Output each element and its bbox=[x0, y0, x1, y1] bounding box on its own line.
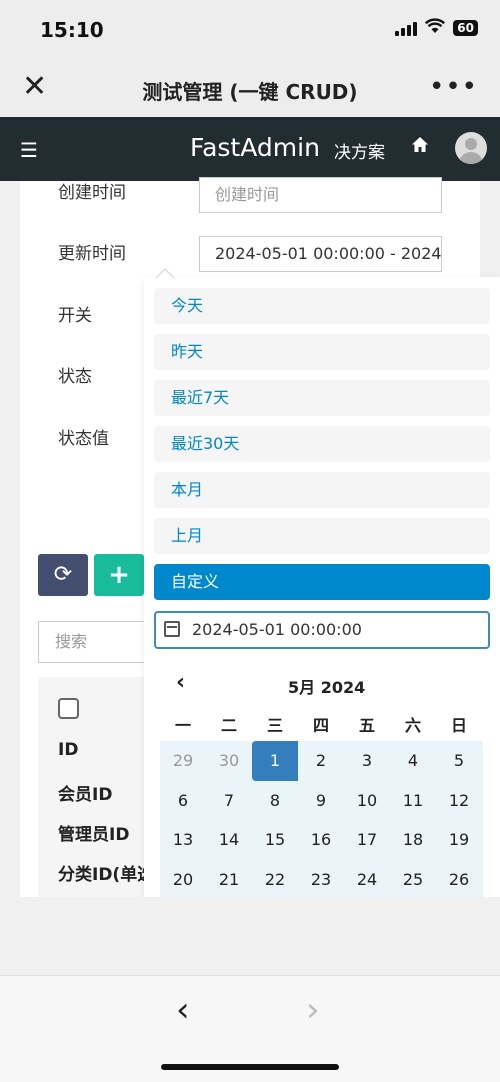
calendar-day[interactable]: 16 bbox=[298, 820, 344, 860]
calendar-day[interactable]: 18 bbox=[390, 820, 436, 860]
home-icon[interactable] bbox=[411, 136, 429, 158]
label-update-time: 更新时间 bbox=[58, 244, 126, 264]
calendar-day[interactable]: 3 bbox=[344, 741, 390, 781]
label-switch: 开关 bbox=[58, 306, 92, 326]
calendar-day[interactable]: 17 bbox=[344, 820, 390, 860]
range-yesterday[interactable]: 昨天 bbox=[154, 334, 490, 370]
page-bottom-gap bbox=[0, 897, 500, 975]
calendar-day[interactable]: 21 bbox=[206, 860, 252, 900]
calendar-day[interactable]: 2 bbox=[298, 741, 344, 781]
battery-icon: 60 bbox=[453, 20, 478, 36]
hamburger-icon[interactable]: ☰ bbox=[20, 138, 38, 162]
calendar-day[interactable]: 14 bbox=[206, 820, 252, 860]
avatar[interactable] bbox=[455, 132, 487, 164]
signal-icon bbox=[395, 20, 418, 36]
calendar-day[interactable]: 5 bbox=[436, 741, 482, 781]
brand-logo[interactable]: FastAdmin bbox=[190, 133, 320, 162]
column-user-id[interactable]: 会员ID bbox=[58, 780, 112, 805]
range-last-30-days[interactable]: 最近30天 bbox=[154, 426, 490, 462]
calendar-day[interactable]: 12 bbox=[436, 781, 482, 821]
calendar-day[interactable]: 22 bbox=[252, 860, 298, 900]
calendar-day[interactable]: 29 bbox=[160, 741, 206, 781]
calendar-day[interactable]: 7 bbox=[206, 781, 252, 821]
select-all-checkbox[interactable] bbox=[58, 698, 79, 719]
weekday-mon: 一 bbox=[174, 716, 191, 735]
calendar-day[interactable]: 4 bbox=[390, 741, 436, 781]
calendar-day[interactable]: 20 bbox=[160, 860, 206, 900]
wifi-icon bbox=[425, 18, 446, 38]
label-state: 状态 bbox=[58, 367, 92, 387]
calendar-day[interactable]: 25 bbox=[390, 860, 436, 900]
calendar-day[interactable]: 10 bbox=[344, 781, 390, 821]
label-state-value: 状态值 bbox=[58, 429, 109, 449]
column-id[interactable]: ID bbox=[58, 740, 78, 760]
status-time: 15:10 bbox=[40, 18, 104, 42]
weekday-tue: 二 bbox=[220, 716, 237, 735]
range-this-month[interactable]: 本月 bbox=[154, 472, 490, 508]
forward-icon[interactable]: › bbox=[306, 990, 320, 1030]
column-category-id[interactable]: 分类ID(单选 bbox=[58, 860, 154, 885]
home-indicator bbox=[161, 1064, 339, 1070]
prev-month-icon[interactable]: ‹ bbox=[176, 670, 185, 695]
calendar-day[interactable]: 8 bbox=[252, 781, 298, 821]
status-icons: 60 bbox=[395, 18, 478, 38]
calendar-day[interactable]: 19 bbox=[436, 820, 482, 860]
dropdown-arrow-inner bbox=[156, 270, 174, 279]
weekday-thu: 四 bbox=[312, 716, 329, 735]
create-time-input[interactable]: 创建时间 bbox=[199, 177, 442, 213]
calendar-day[interactable]: 9 bbox=[298, 781, 344, 821]
calendar-day-selected[interactable]: 1 bbox=[252, 741, 298, 781]
calendar-day[interactable]: 11 bbox=[390, 781, 436, 821]
back-icon[interactable]: ‹ bbox=[176, 990, 190, 1030]
calendar-day[interactable]: 23 bbox=[298, 860, 344, 900]
search-input[interactable]: 搜索 bbox=[38, 621, 158, 663]
calendar-day[interactable]: 26 bbox=[436, 860, 482, 900]
label-create-time: 创建时间 bbox=[58, 183, 126, 203]
calendar-day[interactable]: 15 bbox=[252, 820, 298, 860]
weekday-wed: 三 bbox=[266, 716, 283, 735]
range-today[interactable]: 今天 bbox=[154, 288, 490, 324]
refresh-button[interactable]: ⟳ bbox=[38, 554, 88, 596]
calendar-day[interactable]: 24 bbox=[344, 860, 390, 900]
calendar-icon bbox=[164, 621, 180, 637]
calendar-day[interactable]: 6 bbox=[160, 781, 206, 821]
page-title: 测试管理 (一键 CRUD) bbox=[142, 80, 358, 104]
start-date-input[interactable]: 2024-05-01 00:00:00 bbox=[154, 611, 490, 649]
range-last-7-days[interactable]: 最近7天 bbox=[154, 380, 490, 416]
range-last-month[interactable]: 上月 bbox=[154, 518, 490, 554]
more-icon[interactable]: ••• bbox=[429, 72, 478, 102]
menu-solution[interactable]: 决方案 bbox=[334, 138, 385, 163]
calendar-day[interactable]: 13 bbox=[160, 820, 206, 860]
weekday-sat: 六 bbox=[404, 716, 421, 735]
column-admin-id[interactable]: 管理员ID bbox=[58, 820, 129, 845]
month-label: 5月 2024 bbox=[288, 678, 366, 697]
weekday-fri: 五 bbox=[358, 716, 375, 735]
weekday-sun: 日 bbox=[450, 716, 467, 735]
update-time-input[interactable]: 2024-05-01 00:00:00 - 2024 bbox=[199, 236, 442, 272]
calendar-day[interactable]: 30 bbox=[206, 741, 252, 781]
range-custom[interactable]: 自定义 bbox=[154, 564, 490, 600]
add-button[interactable]: + bbox=[94, 554, 144, 596]
